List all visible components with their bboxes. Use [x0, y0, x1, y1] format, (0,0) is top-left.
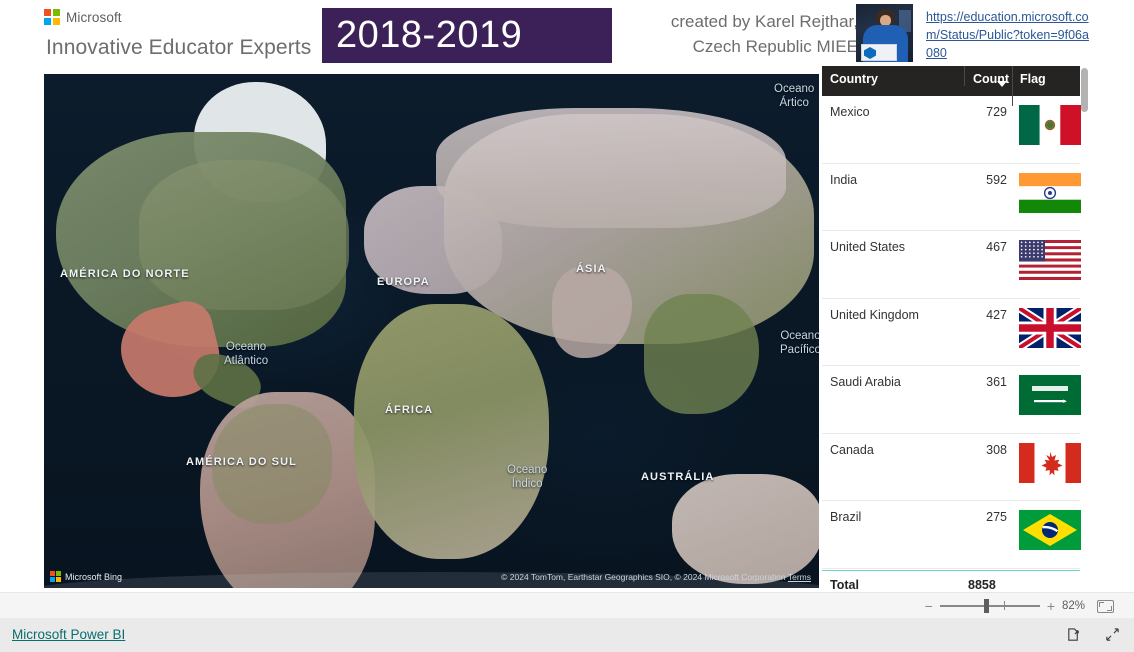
cell-flag: [1012, 442, 1081, 483]
cell-country: United States: [830, 240, 906, 254]
microsoft-wordmark: Microsoft: [66, 9, 122, 25]
cell-count: 361: [986, 375, 1007, 389]
landmass-africa: [354, 304, 549, 559]
cell-country: Brazil: [830, 510, 862, 524]
total-value: 8858: [968, 578, 996, 592]
microsoft-logo-icon: [44, 9, 60, 25]
flag-united-states-icon: [1019, 240, 1081, 280]
landmass-north-america-detail: [139, 160, 349, 310]
column-header-count[interactable]: Count: [964, 66, 1012, 87]
cell-flag: [1012, 375, 1081, 415]
fit-to-screen-icon[interactable]: [1097, 599, 1114, 613]
report-footer: Microsoft Power BI: [0, 618, 1134, 652]
zoom-controls[interactable]: − + 82%: [925, 593, 1114, 619]
table-header-row: Country Count Flag: [822, 66, 1080, 106]
zoom-out-button[interactable]: −: [925, 599, 933, 613]
sort-descending-icon: [997, 81, 1007, 87]
cell-count: 275: [986, 510, 1007, 524]
public-status-link[interactable]: https://education.microsoft.com/Status/P…: [926, 9, 1094, 62]
cell-flag: [1012, 307, 1081, 348]
report-bottom-bar: − + 82%: [0, 592, 1134, 618]
cell-count: 467: [986, 240, 1007, 254]
flag-united-kingdom-icon: [1019, 307, 1081, 348]
page-title: Innovative Educator Experts: [46, 36, 312, 59]
author-byline: created by Karel Rejthar, Czech Republic…: [615, 10, 858, 59]
cell-count: 427: [986, 307, 1007, 322]
table-row[interactable]: India 592: [822, 164, 1081, 231]
powerbi-footer-link[interactable]: Microsoft Power BI: [12, 627, 125, 642]
landmass-australia: [672, 474, 819, 584]
table-row[interactable]: Canada 308: [822, 434, 1081, 501]
map-visual[interactable]: AMÉRICA DO NORTE AMÉRICA DO SUL EUROPA ÁFRI…: [44, 74, 819, 588]
landmass-amazon-detail: [212, 404, 332, 524]
cell-flag: [1012, 510, 1081, 550]
table-row[interactable]: United States 467: [822, 231, 1081, 299]
flag-brazil-icon: [1019, 510, 1081, 550]
table-scrollbar[interactable]: [1081, 68, 1088, 591]
table-row[interactable]: Saudi Arabia 361: [822, 366, 1081, 434]
zoom-slider-tick: [1003, 601, 1005, 610]
cell-country: Canada: [830, 442, 874, 457]
landmass-siberia: [436, 108, 786, 228]
total-label: Total: [830, 578, 859, 592]
table-scrollbar-thumb[interactable]: [1081, 68, 1088, 112]
cell-flag: [1012, 105, 1081, 145]
flag-mexico-icon: [1019, 105, 1081, 145]
microsoft-logo-icon: [50, 571, 61, 582]
zoom-slider-thumb[interactable]: [983, 599, 989, 613]
table-body[interactable]: Mexico 729 India 592 United States 467 United …: [822, 96, 1081, 569]
cell-country: Saudi Arabia: [830, 375, 901, 389]
map-canvas[interactable]: [44, 74, 819, 588]
year-banner: 2018-2019: [322, 8, 612, 63]
microsoft-brand: Microsoft: [44, 9, 122, 25]
report-header: Microsoft Innovative Educator Experts 20…: [0, 0, 1134, 66]
cell-country: India: [830, 172, 858, 187]
zoom-slider[interactable]: [939, 599, 1040, 613]
byline-line-1: created by Karel Rejthar,: [670, 12, 858, 31]
table-row[interactable]: Brazil 275: [822, 501, 1081, 569]
bing-logo: Microsoft Bing: [50, 571, 122, 582]
cell-count: 592: [986, 172, 1007, 187]
map-attribution: © 2024 TomTom, Earthstar Geographics SIO…: [501, 572, 811, 582]
bing-wordmark: Microsoft Bing: [65, 571, 123, 582]
cell-flag: [1012, 240, 1081, 280]
cell-flag: [1012, 172, 1081, 213]
map-terms-link[interactable]: Terms: [788, 572, 811, 582]
share-icon[interactable]: [1066, 627, 1081, 642]
fullscreen-icon[interactable]: [1105, 627, 1120, 642]
cell-count: 729: [986, 105, 1007, 119]
column-header-country[interactable]: Country: [822, 66, 964, 86]
zoom-in-button[interactable]: +: [1047, 599, 1055, 613]
table-row[interactable]: United Kingdom 427: [822, 299, 1081, 366]
attribution-text: © 2024 TomTom, Earthstar Geographics SIO…: [501, 572, 786, 582]
zoom-level-value: 82%: [1062, 600, 1086, 612]
author-photo: [856, 4, 913, 62]
flag-canada-icon: [1019, 442, 1081, 483]
powerbi-report-viewer: Microsoft Innovative Educator Experts 20…: [0, 0, 1134, 652]
flag-india-icon: [1019, 172, 1081, 213]
cell-country: Mexico: [830, 105, 870, 119]
table-row[interactable]: Mexico 729: [822, 96, 1081, 164]
country-count-table[interactable]: Country Count Flag Mexico 729 India 592 Unit…: [822, 66, 1088, 592]
byline-line-2: Czech Republic MIEE: [692, 36, 858, 56]
cell-country: United Kingdom: [830, 307, 919, 322]
flag-saudi-arabia-icon: [1019, 375, 1081, 415]
footer-actions: [1066, 627, 1120, 642]
cell-count: 308: [986, 442, 1007, 457]
